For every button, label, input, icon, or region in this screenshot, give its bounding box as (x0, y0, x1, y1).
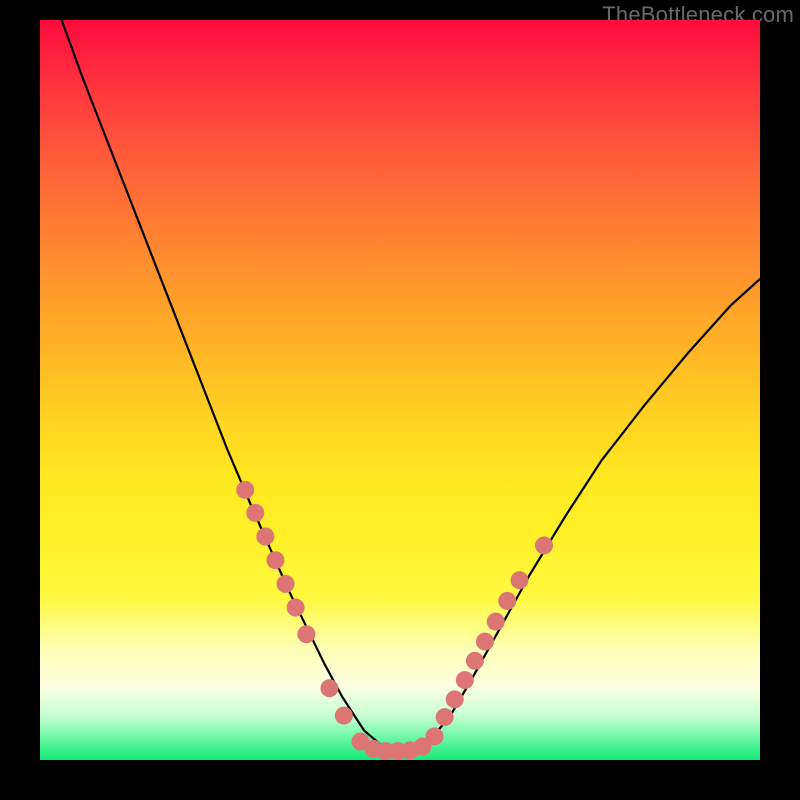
data-point (535, 536, 553, 554)
data-point (287, 599, 305, 617)
data-point (511, 571, 529, 589)
data-point (476, 633, 494, 651)
plot-area (40, 20, 760, 760)
data-point (498, 592, 516, 610)
data-point (456, 671, 474, 689)
curve-path (62, 20, 760, 751)
chart-svg (40, 20, 760, 760)
chart-stage: TheBottleneck.com (0, 0, 800, 800)
data-point (256, 528, 274, 546)
data-point (297, 625, 315, 643)
data-point (277, 575, 295, 593)
curve-layer (62, 20, 760, 751)
data-point (466, 652, 484, 670)
data-point (487, 613, 505, 631)
data-point (320, 679, 338, 697)
data-point (246, 504, 264, 522)
data-point (236, 481, 254, 499)
data-point (426, 727, 444, 745)
data-point (446, 690, 464, 708)
data-point (266, 551, 284, 569)
data-point (436, 708, 454, 726)
data-point (335, 707, 353, 725)
